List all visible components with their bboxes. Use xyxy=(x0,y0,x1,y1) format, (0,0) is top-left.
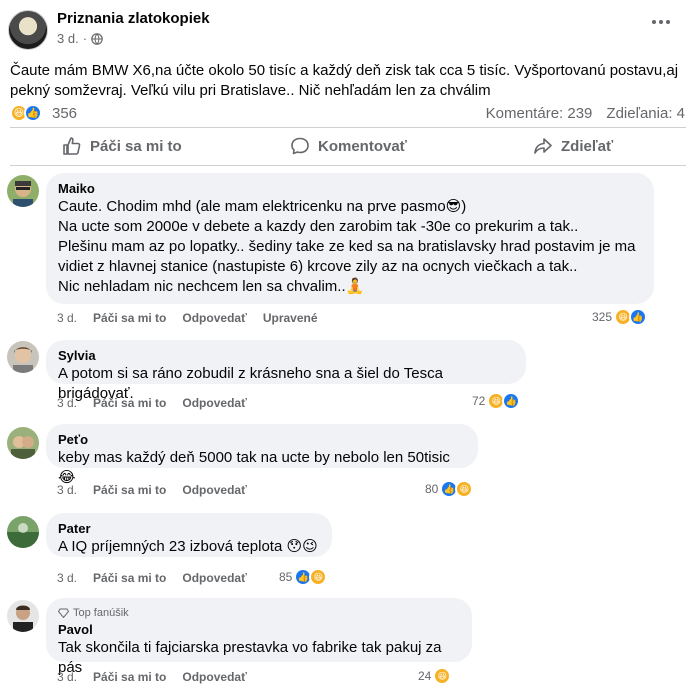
comment-reactions[interactable]: 80 👍 😆 xyxy=(425,480,474,498)
diamond-icon xyxy=(58,608,69,618)
comment-time[interactable]: 3 d. xyxy=(57,670,77,684)
comment-button[interactable]: Komentovať xyxy=(290,132,407,160)
post-header: Priznania zlatokopiek 3 d. · xyxy=(0,0,690,56)
comment-author[interactable]: Maiko xyxy=(58,181,642,197)
comment-reply-button[interactable]: Odpovedať xyxy=(182,483,246,497)
like-reaction-icon: 👍 xyxy=(502,392,521,410)
like-button-label: Páči sa mi to xyxy=(90,137,182,155)
comment-reaction-count: 85 xyxy=(279,570,293,584)
like-reaction-icon: 👍 xyxy=(24,104,42,122)
comment-button-label: Komentovať xyxy=(318,137,407,155)
comment-bubble: Maiko Caute. Chodim mhd (ale mam elektri… xyxy=(46,173,654,304)
comment-reply-button[interactable]: Odpovedať xyxy=(182,311,246,325)
reaction-count[interactable]: 356 xyxy=(52,105,77,122)
comment-text-line: keby mas každý deň 5000 tak na ucte by n… xyxy=(58,449,450,486)
comment-reaction-count: 325 xyxy=(592,310,613,324)
share-button[interactable]: Zdieľať xyxy=(533,132,613,160)
comment-reactions[interactable]: 325 😆 👍 xyxy=(592,308,648,326)
top-fan-badge: Top fanúšik xyxy=(58,606,460,620)
comment-text-line: vidiet z hlavnej stanice (nastupiste 6) … xyxy=(58,258,578,275)
comment-time[interactable]: 3 d. xyxy=(57,396,77,410)
share-icon xyxy=(534,138,552,154)
comment-reply-button[interactable]: Odpovedať xyxy=(182,571,246,585)
comment-reactions[interactable]: 72 😆 👍 xyxy=(472,392,521,410)
comment-author[interactable]: Sylvia xyxy=(58,348,514,364)
comment-bubble: Pater A IQ príjemných 23 izbová teplota … xyxy=(46,513,332,557)
globe-icon xyxy=(91,32,103,45)
comment-reply-button[interactable]: Odpovedať xyxy=(182,396,246,410)
haha-reaction-icon: 😆 xyxy=(433,667,452,685)
comment-reaction-count: 24 xyxy=(418,669,432,683)
comment-text-line: Nic nehladam nic nechcem len sa chvalim.… xyxy=(58,278,365,295)
comment-like-button[interactable]: Páči sa mi to xyxy=(93,670,166,684)
post-time[interactable]: 3 d. xyxy=(57,31,79,46)
comment-author[interactable]: Peťo xyxy=(58,432,466,448)
comment-text-line: Caute. Chodim mhd (ale mam elektricenku … xyxy=(58,198,467,215)
page-avatar[interactable] xyxy=(8,10,48,50)
haha-reaction-icon: 😆 xyxy=(309,568,328,586)
more-options-icon[interactable] xyxy=(652,20,672,26)
post-meta: 3 d. · xyxy=(57,31,103,46)
comment-like-button[interactable]: Páči sa mi to xyxy=(93,571,166,585)
comment-actions: 3 d. Páči sa mi to Odpovedať xyxy=(57,670,263,684)
comment-reply-button[interactable]: Odpovedať xyxy=(182,670,246,684)
top-fan-label: Top fanúšik xyxy=(73,607,129,619)
commenter-avatar[interactable] xyxy=(7,175,39,207)
comment-bubble: Peťo keby mas každý deň 5000 tak na ucte… xyxy=(46,424,478,486)
commenter-avatar[interactable] xyxy=(7,427,39,459)
like-reaction-icon: 👍 xyxy=(629,308,648,326)
comment-reaction-count: 80 xyxy=(425,482,439,496)
comments-count[interactable]: Komentáre: 239 xyxy=(486,105,593,122)
comment-like-button[interactable]: Páči sa mi to xyxy=(93,396,166,410)
page-name[interactable]: Priznania zlatokopiek xyxy=(57,10,210,27)
comment-time[interactable]: 3 d. xyxy=(57,483,77,497)
comment-text-line: Na ucte som 2000e v debete a kazdy den z… xyxy=(58,218,579,235)
reaction-icons[interactable]: 😆 👍 xyxy=(10,104,42,122)
comment-actions: 3 d. Páči sa mi to Odpovedať xyxy=(57,396,263,410)
haha-reaction-icon: 😆 xyxy=(455,480,474,498)
share-button-label: Zdieľať xyxy=(561,137,614,155)
comment-edited-label: Upravené xyxy=(262,311,318,325)
shares-count[interactable]: Zdieľania: 4 xyxy=(606,105,685,122)
comment-author[interactable]: Pavol xyxy=(58,622,460,638)
comment-author[interactable]: Pater xyxy=(58,521,320,537)
thumbs-up-icon xyxy=(63,137,81,155)
post-stats: 😆 👍 356 Komentáre: 239 Zdieľania: 4 xyxy=(10,104,685,126)
divider xyxy=(10,127,686,128)
like-button[interactable]: Páči sa mi to xyxy=(62,132,182,160)
comment-bubble: Sylvia A potom si sa ráno zobudil z krás… xyxy=(46,340,526,402)
comment-text-line: A IQ príjemných 23 izbová teplota 😯😉 xyxy=(58,538,318,555)
comment-reaction-count: 72 xyxy=(472,394,486,408)
comment-actions: 3 d. Páči sa mi to Odpovedať xyxy=(57,483,263,497)
commenter-avatar[interactable] xyxy=(7,341,39,373)
comment-time[interactable]: 3 d. xyxy=(57,311,77,325)
comment-like-button[interactable]: Páči sa mi to xyxy=(93,311,166,325)
divider xyxy=(10,165,686,166)
comment-like-button[interactable]: Páči sa mi to xyxy=(93,483,166,497)
comment-icon xyxy=(291,137,309,155)
comment-text-line: Plešinu mam az po lopatky.. šediny take … xyxy=(58,238,636,255)
comment-actions: 3 d. Páči sa mi to Odpovedať xyxy=(57,571,263,585)
commenter-avatar[interactable] xyxy=(7,600,39,632)
comment-bubble: Top fanúšik Pavol Tak skončila ti fajcia… xyxy=(46,598,472,676)
comment-time[interactable]: 3 d. xyxy=(57,571,77,585)
comment-reactions[interactable]: 24 😆 xyxy=(418,667,452,685)
comment-actions: 3 d. Páči sa mi to Odpovedať Upravené xyxy=(57,311,334,325)
post-action-bar: Páči sa mi to Komentovať Zdieľať xyxy=(10,132,686,160)
post-text: Čaute mám BMW X6,na účte okolo 50 tisíc … xyxy=(10,62,679,99)
comment-reactions[interactable]: 85 👍 😆 xyxy=(279,568,328,586)
commenter-avatar[interactable] xyxy=(7,516,39,548)
